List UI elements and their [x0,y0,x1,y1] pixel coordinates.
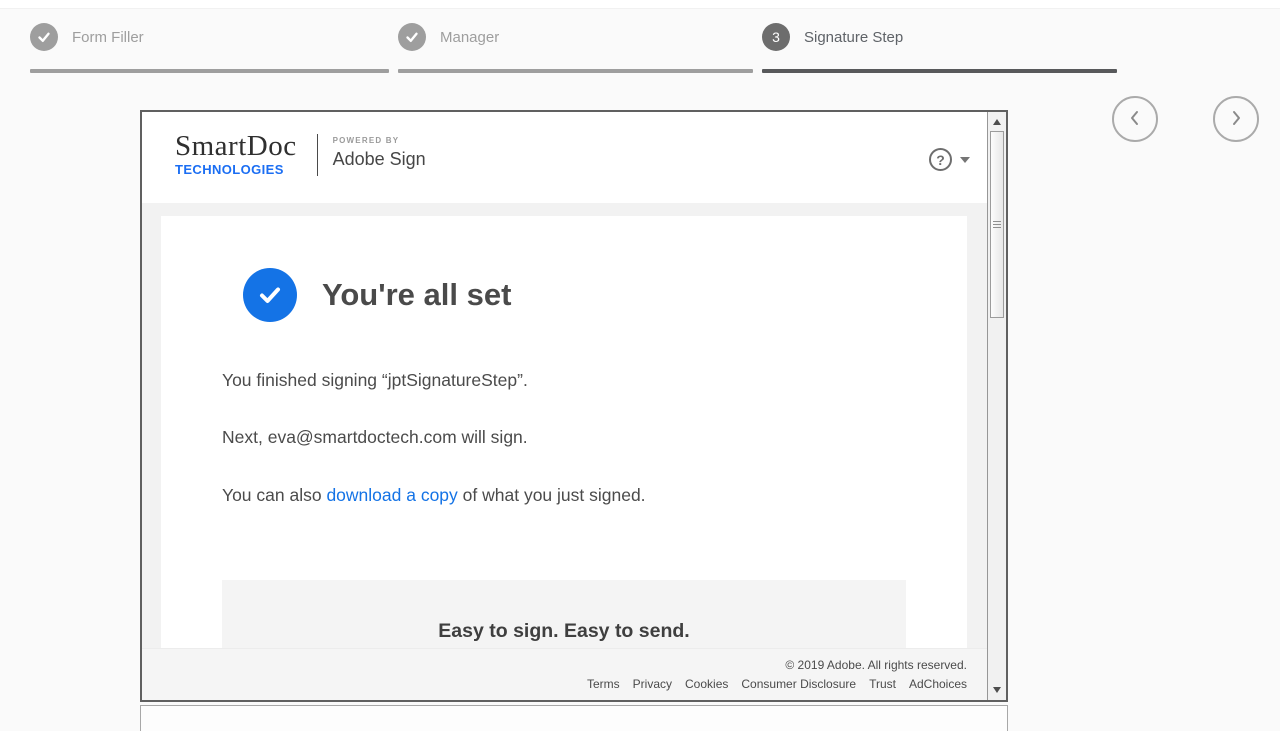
step-progress-bar [762,69,1117,73]
success-check-icon [243,268,297,322]
scrollbar-grip-icon [993,221,1001,229]
footer-link[interactable]: AdChoices [909,677,967,691]
copyright-text: © 2019 Adobe. All rights reserved. [142,658,967,672]
step-number-badge: 3 [762,23,790,51]
signed-message: You finished signing “jptSignatureStep”. [222,368,528,392]
triangle-up-icon [993,119,1001,125]
footer-link[interactable]: Consumer Disclosure [741,677,856,691]
footer-link[interactable]: Privacy [633,677,672,691]
step-label: Signature Step [804,29,903,46]
scrollbar-thumb[interactable] [990,131,1004,318]
chevron-down-icon[interactable] [960,157,970,163]
frame-scrollbar[interactable] [987,112,1006,700]
logo-divider [317,134,318,176]
triangle-down-icon [993,687,1001,693]
chevron-right-icon [1226,108,1246,131]
footer-link[interactable]: Cookies [685,677,728,691]
brand-name: SmartDoc [175,132,297,161]
promo-banner-title: Easy to sign. Easy to send. [438,620,689,643]
scroll-up-button[interactable] [989,113,1005,130]
esign-frame: SmartDoc TECHNOLOGIES POWERED BY Adobe S… [140,110,1008,702]
footer-link[interactable]: Terms [587,677,620,691]
step-manager[interactable]: Manager [398,20,753,73]
step-progress-bar [30,69,389,73]
prev-button[interactable] [1112,96,1158,142]
next-button[interactable] [1213,96,1259,142]
help-icon[interactable]: ? [929,148,952,171]
next-signer-message: Next, eva@smartdoctech.com will sign. [222,425,528,449]
download-message: You can also download a copy of what you… [222,483,646,507]
chevron-left-icon [1125,108,1145,131]
esign-header: SmartDoc TECHNOLOGIES POWERED BY Adobe S… [142,112,987,203]
step-form-filler[interactable]: Form Filler [30,20,389,73]
step-label: Form Filler [72,29,144,46]
product-name: Adobe Sign [333,149,426,170]
download-message-prefix: You can also [222,485,326,505]
step-label: Manager [440,29,499,46]
page-title: You're all set [322,277,511,313]
brand-subtitle: TECHNOLOGIES [175,162,297,177]
promo-banner: Easy to sign. Easy to send. [222,580,906,648]
powered-by-label: POWERED BY [333,136,426,145]
confirmation-card: You're all set You finished signing “jpt… [161,216,967,648]
check-icon [398,23,426,51]
footer-links: Terms Privacy Cookies Consumer Disclosure Tr… [142,677,967,691]
esign-footer: © 2019 Adobe. All rights reserved. Terms… [142,648,987,700]
download-message-suffix: of what you just signed. [458,485,646,505]
step-signature-step[interactable]: 3 Signature Step [762,20,1117,73]
footer-link[interactable]: Trust [869,677,896,691]
top-strip [0,0,1280,9]
download-copy-link[interactable]: download a copy [326,485,457,505]
scroll-down-button[interactable] [989,681,1005,698]
check-icon [30,23,58,51]
wizard-stepper: Form Filler Manager 3 Signature Step [30,20,1117,73]
smartdoc-logo: SmartDoc TECHNOLOGIES POWERED BY Adobe S… [175,132,426,177]
next-esign-frame-peek [140,705,1008,731]
step-progress-bar [398,69,753,73]
